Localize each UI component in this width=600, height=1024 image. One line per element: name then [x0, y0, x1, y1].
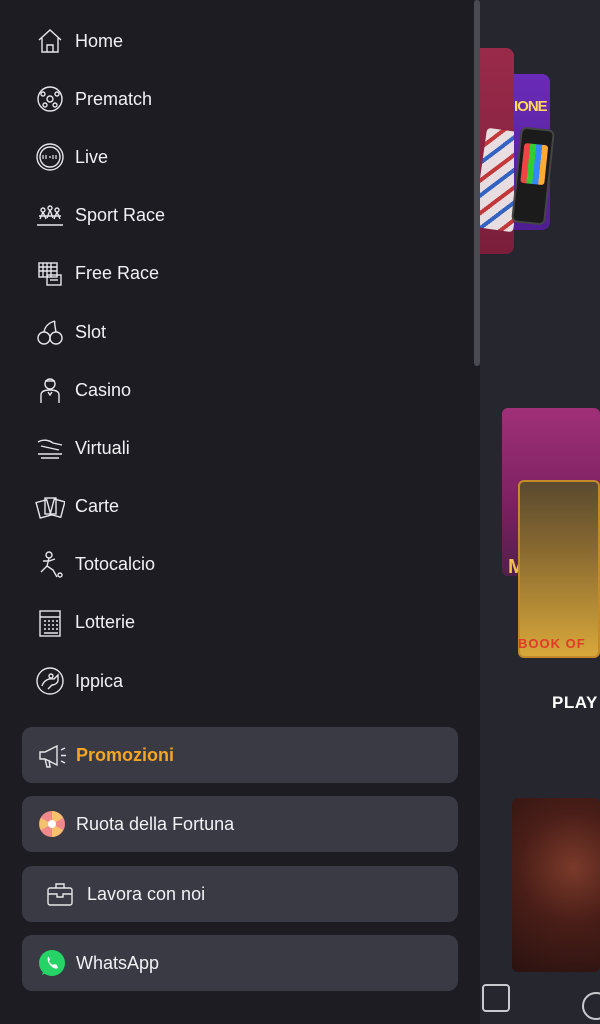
menu-item-slot[interactable]: Slot: [0, 303, 470, 361]
menu-label: Virtuali: [75, 437, 130, 458]
game-thumbnail-title: BOOK OF: [518, 636, 586, 651]
menu-label: Sport Race: [75, 205, 166, 226]
menu-item-carte[interactable]: Carte: [0, 478, 470, 536]
menu-list: Home Prematch Live Sport Race Free Race …: [0, 12, 470, 710]
menu-item-prematch[interactable]: Prematch: [0, 70, 470, 128]
work-with-us-card[interactable]: Lavora con noi: [22, 866, 458, 922]
menu-item-casino[interactable]: Casino: [0, 361, 470, 419]
promotions-label: Promozioni: [76, 744, 174, 765]
cherry-icon: [34, 316, 66, 348]
menu-label: Slot: [75, 321, 107, 342]
menu-item-ippica[interactable]: Ippica: [0, 652, 470, 710]
menu-item-totocalcio[interactable]: Totocalcio: [0, 536, 470, 594]
menu-label: Casino: [75, 379, 132, 400]
app-screen: IONE M BOOK OF PLAY Home Prematch Live S…: [0, 0, 600, 1024]
horse-icon: [34, 665, 66, 697]
menu-label: Totocalcio: [75, 554, 156, 575]
menu-label: Home: [75, 30, 124, 51]
virtual-icon: [34, 432, 66, 464]
promo-banner-text: IONE: [514, 98, 548, 115]
bottom-nav-search-icon[interactable]: [482, 984, 510, 1012]
croupier-icon: [34, 374, 66, 406]
menu-item-live[interactable]: Live: [0, 128, 470, 186]
game-thumbnail-book-of[interactable]: [518, 480, 600, 658]
whatsapp-card[interactable]: WhatsApp: [22, 935, 458, 991]
live-timer-icon: [34, 141, 66, 173]
briefcase-icon: [44, 878, 76, 910]
section-title: PLAY: [552, 693, 598, 712]
wheel-icon: [36, 808, 68, 840]
menu-item-lotterie[interactable]: Lotterie: [0, 594, 470, 652]
menu-item-free-race[interactable]: Free Race: [0, 245, 470, 303]
work-with-us-label: Lavora con noi: [87, 883, 206, 904]
menu-item-virtuali[interactable]: Virtuali: [0, 419, 470, 477]
game-thumbnail[interactable]: [512, 798, 600, 972]
megaphone-icon: [36, 739, 68, 771]
cards-icon: [34, 491, 66, 523]
menu-item-sport-race[interactable]: Sport Race: [0, 187, 470, 245]
whatsapp-icon: [36, 947, 68, 979]
scrollbar[interactable]: [474, 0, 480, 366]
menu-label: Prematch: [75, 88, 153, 109]
home-icon: [34, 25, 66, 57]
menu-label: Live: [75, 146, 109, 167]
whatsapp-label: WhatsApp: [76, 952, 160, 973]
sport-race-icon: [34, 200, 66, 232]
background-content: IONE M BOOK OF PLAY: [473, 0, 600, 1024]
promotions-card[interactable]: Promozioni: [22, 727, 458, 783]
menu-label: Free Race: [75, 263, 160, 284]
menu-label: Carte: [75, 496, 120, 517]
wheel-of-fortune-label: Ruota della Fortuna: [76, 813, 235, 834]
menu-label: Lotterie: [75, 612, 136, 633]
player-kick-icon: [34, 549, 66, 581]
side-drawer: Home Prematch Live Sport Race Free Race …: [0, 0, 480, 1024]
menu-item-home[interactable]: Home: [0, 12, 470, 70]
lotto-ticket-icon: [34, 607, 66, 639]
wheel-of-fortune-card[interactable]: Ruota della Fortuna: [22, 796, 458, 852]
soccer-ball-icon: [34, 83, 66, 115]
free-race-icon: [34, 258, 66, 290]
menu-label: Ippica: [75, 670, 124, 691]
bottom-nav-timer-icon[interactable]: [582, 992, 600, 1020]
